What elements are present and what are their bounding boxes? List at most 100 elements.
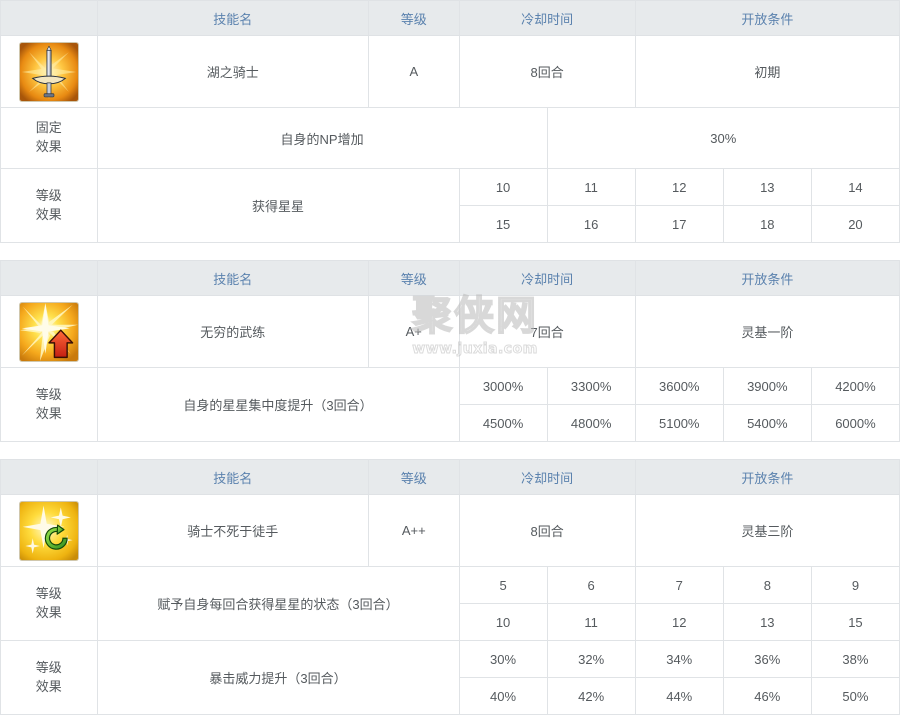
level-value-cell: 5 bbox=[458, 566, 548, 604]
level-effect-desc: 获得星星 bbox=[96, 168, 460, 243]
header-skill-name: 技能名 bbox=[96, 459, 370, 495]
skill-table-2: 技能名 等级 冷却时间 开放条件 无穷的武练 A+ 7回合 灵基一阶 等级 效果… bbox=[0, 260, 900, 442]
header-rank: 等级 bbox=[368, 0, 460, 36]
level-effect-label: 等级 效果 bbox=[0, 640, 98, 715]
level-value-cell: 17 bbox=[634, 205, 724, 243]
level-effect-label-line1: 等级 bbox=[35, 585, 62, 601]
level-effect-label: 等级 效果 bbox=[0, 566, 98, 641]
level-effect-label-line2: 效果 bbox=[35, 405, 62, 421]
fixed-effect-label: 固定 效果 bbox=[0, 107, 98, 169]
skill-unlock-value: 灵基三阶 bbox=[634, 494, 900, 567]
level-value-cell: 9 bbox=[810, 566, 900, 604]
header-unlock: 开放条件 bbox=[634, 260, 900, 296]
header-icon-spacer bbox=[0, 260, 98, 296]
skill-icon-cell bbox=[0, 494, 98, 567]
fixed-effect-desc: 自身的NP增加 bbox=[96, 107, 548, 169]
level-value-cell: 11 bbox=[546, 168, 636, 206]
level-value-cell: 50% bbox=[810, 677, 900, 715]
fixed-effect-value: 30% bbox=[546, 107, 900, 169]
level-effect-label-line1: 等级 bbox=[35, 386, 62, 402]
skill-main-row: 湖之骑士 A 8回合 初期 bbox=[0, 35, 900, 108]
skill-name-value: 无穷的武练 bbox=[96, 295, 370, 368]
level-value-cell: 12 bbox=[634, 603, 724, 641]
level-value-cell: 46% bbox=[722, 677, 812, 715]
starburst-up-skill-icon bbox=[19, 302, 78, 361]
level-value-cell: 13 bbox=[722, 603, 812, 641]
header-cooldown: 冷却时间 bbox=[458, 260, 636, 296]
level-effect-label-line1: 等级 bbox=[35, 187, 62, 203]
skill-cooldown-value: 7回合 bbox=[458, 295, 636, 368]
level-value-cell: 30% bbox=[458, 640, 548, 678]
table-divider bbox=[0, 442, 900, 459]
level-value-cell: 32% bbox=[546, 640, 636, 678]
header-unlock: 开放条件 bbox=[634, 459, 900, 495]
header-rank: 等级 bbox=[368, 459, 460, 495]
level-value-cell: 6 bbox=[546, 566, 636, 604]
level-value-cell: 5100% bbox=[634, 404, 724, 442]
level-value-cell: 15 bbox=[810, 603, 900, 641]
header-rank: 等级 bbox=[368, 260, 460, 296]
header-cooldown: 冷却时间 bbox=[458, 459, 636, 495]
level-value-cell: 18 bbox=[722, 205, 812, 243]
skill-icon-cell bbox=[0, 35, 98, 108]
level-value-cell: 36% bbox=[722, 640, 812, 678]
level-effect-row-a: 等级 效果 获得星星 10 11 12 13 14 bbox=[0, 168, 900, 243]
level-effect-label-line2: 效果 bbox=[35, 604, 62, 620]
header-unlock: 开放条件 bbox=[634, 0, 900, 36]
skill-cooldown-value: 8回合 bbox=[458, 494, 636, 567]
header-skill-name: 技能名 bbox=[96, 0, 370, 36]
level-effect-row-a: 等级 效果 赋予自身每回合获得星星的状态（3回合） 5 6 7 8 9 bbox=[0, 566, 900, 641]
stars-refresh-skill-icon bbox=[19, 501, 78, 560]
level-value-cell: 20 bbox=[810, 205, 900, 243]
table-divider bbox=[0, 243, 900, 260]
skill-rank-value: A bbox=[368, 35, 460, 108]
skill-rank-value: A+ bbox=[368, 295, 460, 368]
header-skill-name: 技能名 bbox=[96, 260, 370, 296]
level-effect-desc: 自身的星星集中度提升（3回合） bbox=[96, 367, 460, 442]
skill-table-1: 技能名 等级 冷却时间 开放条件 湖之骑士 A 8回合 初期 固定 效果 自身的… bbox=[0, 0, 900, 243]
header-icon-spacer bbox=[0, 459, 98, 495]
level-value-cell: 8 bbox=[722, 566, 812, 604]
level-value-cell: 11 bbox=[546, 603, 636, 641]
fixed-effect-row: 固定 效果 自身的NP增加 30% bbox=[0, 107, 900, 169]
level-effect-desc: 暴击威力提升（3回合） bbox=[96, 640, 460, 715]
fixed-effect-label-line1: 固定 bbox=[35, 120, 62, 136]
skill-table-3: 技能名 等级 冷却时间 开放条件 骑士不死于徒手 A++ 8回合 灵基三阶 等级… bbox=[0, 459, 900, 715]
header-cooldown: 冷却时间 bbox=[458, 0, 636, 36]
level-effect-label: 等级 效果 bbox=[0, 367, 98, 442]
level-effect-label-line2: 效果 bbox=[35, 206, 62, 222]
level-value-cell: 42% bbox=[546, 677, 636, 715]
level-value-cell: 12 bbox=[634, 168, 724, 206]
skill-unlock-value: 灵基一阶 bbox=[634, 295, 900, 368]
level-value-cell: 13 bbox=[722, 168, 812, 206]
level-value-cell: 44% bbox=[634, 677, 724, 715]
sword-skill-icon bbox=[19, 42, 78, 101]
level-value-cell: 4800% bbox=[546, 404, 636, 442]
header-icon-spacer bbox=[0, 0, 98, 36]
level-value-cell: 10 bbox=[458, 603, 548, 641]
level-value-cell: 4500% bbox=[458, 404, 548, 442]
level-value-cell: 3000% bbox=[458, 367, 548, 405]
level-value-cell: 3900% bbox=[722, 367, 812, 405]
level-value-cell: 6000% bbox=[810, 404, 900, 442]
skill-main-row: 骑士不死于徒手 A++ 8回合 灵基三阶 bbox=[0, 494, 900, 567]
level-value-cell: 34% bbox=[634, 640, 724, 678]
skill-icon-cell bbox=[0, 295, 98, 368]
table-header-row: 技能名 等级 冷却时间 开放条件 bbox=[0, 459, 900, 495]
table-header-row: 技能名 等级 冷却时间 开放条件 bbox=[0, 260, 900, 296]
skill-unlock-value: 初期 bbox=[634, 35, 900, 108]
level-value-cell: 16 bbox=[546, 205, 636, 243]
level-effect-desc: 赋予自身每回合获得星星的状态（3回合） bbox=[96, 566, 460, 641]
table-header-row: 技能名 等级 冷却时间 开放条件 bbox=[0, 0, 900, 36]
level-effect-row-c: 等级 效果 暴击威力提升（3回合） 30% 32% 34% 36% 38% bbox=[0, 640, 900, 715]
level-value-cell: 38% bbox=[810, 640, 900, 678]
level-value-cell: 40% bbox=[458, 677, 548, 715]
level-effect-label-line1: 等级 bbox=[35, 659, 62, 675]
skill-name-value: 骑士不死于徒手 bbox=[96, 494, 370, 567]
skill-rank-value: A++ bbox=[368, 494, 460, 567]
level-value-cell: 3300% bbox=[546, 367, 636, 405]
level-value-cell: 14 bbox=[810, 168, 900, 206]
level-value-cell: 15 bbox=[458, 205, 548, 243]
level-value-cell: 4200% bbox=[810, 367, 900, 405]
level-effect-row-a: 等级 效果 自身的星星集中度提升（3回合） 3000% 3300% 3600% … bbox=[0, 367, 900, 442]
